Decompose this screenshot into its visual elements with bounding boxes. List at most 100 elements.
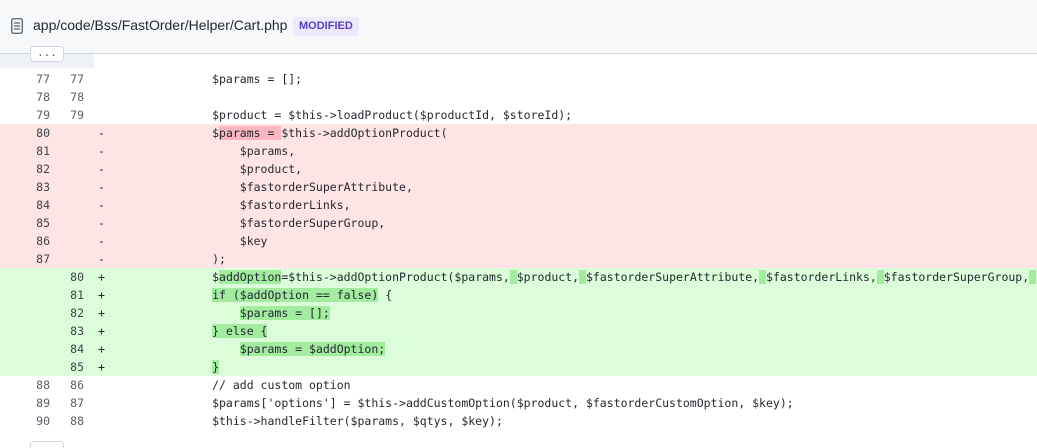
expand-icon[interactable]: ...: [30, 46, 64, 62]
old-line-number[interactable]: 78: [30, 88, 50, 106]
code-segment: =$this->addOptionProduct($params,: [281, 270, 510, 284]
code-text: $fastorderSuperGroup,: [129, 214, 385, 232]
code-text: $params,: [129, 142, 295, 160]
changed-segment: addOption: [219, 270, 282, 284]
file-path[interactable]: app/code/Bss/FastOrder/Helper/Cart.php: [33, 17, 287, 33]
diff-sign: +: [98, 324, 105, 338]
code-text: $key: [129, 232, 268, 250]
added-line: 83 + } else {: [0, 322, 1037, 340]
diff-sign: +: [98, 270, 105, 284]
diff-sign: -: [98, 234, 105, 248]
code-text: $fastorderSuperAttribute,: [129, 178, 413, 196]
deleted-line: 81 - $params,: [0, 142, 1037, 160]
code-segment: $params = [];: [129, 72, 303, 86]
new-line-number[interactable]: 87: [64, 394, 84, 412]
code-segment: $this->addOptionProduct(: [281, 126, 448, 140]
new-line-number[interactable]: 80: [64, 268, 84, 286]
old-line-number[interactable]: 81: [30, 142, 50, 160]
old-line-number[interactable]: 90: [30, 412, 50, 430]
new-line-number[interactable]: 79: [64, 106, 84, 124]
code-segment: {: [378, 288, 393, 302]
changed-segment: [876, 270, 884, 284]
old-line-number[interactable]: 86: [30, 232, 50, 250]
code-segment: $product,: [516, 270, 580, 284]
code-text: $params = [];: [129, 304, 330, 322]
deleted-line: 87 - );: [0, 250, 1037, 268]
diff-sign: -: [98, 162, 105, 176]
changed-segment: } else {: [212, 324, 268, 338]
code-text: $fastorderLinks,: [129, 196, 351, 214]
code-text: // add custom option: [129, 376, 351, 394]
new-line-number[interactable]: 82: [64, 304, 84, 322]
added-line: 85 + }: [0, 358, 1037, 376]
new-line-number[interactable]: 86: [64, 376, 84, 394]
old-line-number[interactable]: 89: [30, 394, 50, 412]
diff-sign: -: [98, 252, 105, 266]
old-line-number[interactable]: 79: [30, 106, 50, 124]
new-line-number[interactable]: 83: [64, 322, 84, 340]
code-segment: $params['options'] = $this->addCustomOpt…: [129, 396, 794, 410]
old-line-number[interactable]: 85: [30, 214, 50, 232]
new-line-number[interactable]: 77: [64, 70, 84, 88]
added-line: 82 + $params = [];: [0, 304, 1037, 322]
deleted-line: 85 - $fastorderSuperGroup,: [0, 214, 1037, 232]
code-segment: // add custom option: [129, 378, 351, 392]
old-line-number[interactable]: 80: [30, 124, 50, 142]
code-text: $params = $this->addOptionProduct(: [129, 124, 448, 142]
code-text: } else {: [129, 322, 268, 340]
code-text: $params['options'] = $this->addCustomOpt…: [129, 394, 794, 412]
code-segment: $fastorderSuperAttribute,: [129, 180, 413, 194]
code-segment: $product,: [129, 162, 303, 176]
file-icon: [11, 18, 23, 34]
diff-sign: -: [98, 216, 105, 230]
added-line: 84 + $params = $addOption;: [0, 340, 1037, 358]
code-segment: );: [129, 252, 226, 266]
code-segment: $fastorderSuperGroup,: [129, 216, 386, 230]
added-line: 80 + $addOption=$this->addOptionProduct($…: [0, 268, 1037, 286]
code-text: $this->handleFilter($params, $qtys, $key…: [129, 412, 503, 430]
diff-sign: -: [98, 180, 105, 194]
code-text: $product = $this->loadProduct($productId…: [129, 106, 572, 124]
old-line-number[interactable]: 88: [30, 376, 50, 394]
old-line-number[interactable]: 83: [30, 178, 50, 196]
context-line: 78 78: [0, 88, 1037, 106]
new-line-number[interactable]: 78: [64, 88, 84, 106]
new-line-number[interactable]: 85: [64, 358, 84, 376]
old-line-number[interactable]: 82: [30, 160, 50, 178]
changed-segment: [579, 270, 586, 284]
code-text: }: [129, 358, 220, 376]
context-line: 90 88 $this->handleFilter($params, $qtys,…: [0, 412, 1037, 430]
code-segment: $key: [129, 234, 268, 248]
code-segment: $this->handleFilter($params, $qtys, $key…: [129, 414, 503, 428]
code-text: $params = [];: [129, 70, 302, 88]
old-line-number[interactable]: 87: [30, 250, 50, 268]
deleted-line: 83 - $fastorderSuperAttribute,: [0, 178, 1037, 196]
code-text: );: [129, 250, 226, 268]
added-line: 81 + if ($addOption == false) {: [0, 286, 1037, 304]
new-line-number[interactable]: 84: [64, 340, 84, 358]
deleted-line: 86 - $key: [0, 232, 1037, 250]
expand-bottom-button[interactable]: [30, 441, 64, 448]
code-text: $product,: [129, 160, 302, 178]
changed-segment: params =: [219, 126, 282, 140]
code-segment: $fastorderLinks,: [129, 198, 351, 212]
changed-segment: }: [212, 360, 220, 374]
changed-segment: if ($addOption == false): [212, 288, 379, 302]
diff-sign: -: [98, 198, 105, 212]
old-line-number[interactable]: 77: [30, 70, 50, 88]
new-line-number[interactable]: 81: [64, 286, 84, 304]
context-line: 79 79 $product = $this->loadProduct($prod…: [0, 106, 1037, 124]
old-line-number[interactable]: 84: [30, 196, 50, 214]
diff-sign: -: [98, 144, 105, 158]
code-segment: $fastorderSuperGroup,: [883, 270, 1030, 284]
changed-segment: [509, 270, 517, 284]
diff-sign: +: [98, 360, 105, 374]
deleted-line: 80 - $params = $this->addOptionProduct(: [0, 124, 1037, 142]
code-segment: $fastorderLinks,: [766, 270, 877, 284]
new-line-number[interactable]: 88: [64, 412, 84, 430]
diff-view: 77 77 $params = []; 78 78 79 79 $product = $t…: [0, 70, 1037, 430]
